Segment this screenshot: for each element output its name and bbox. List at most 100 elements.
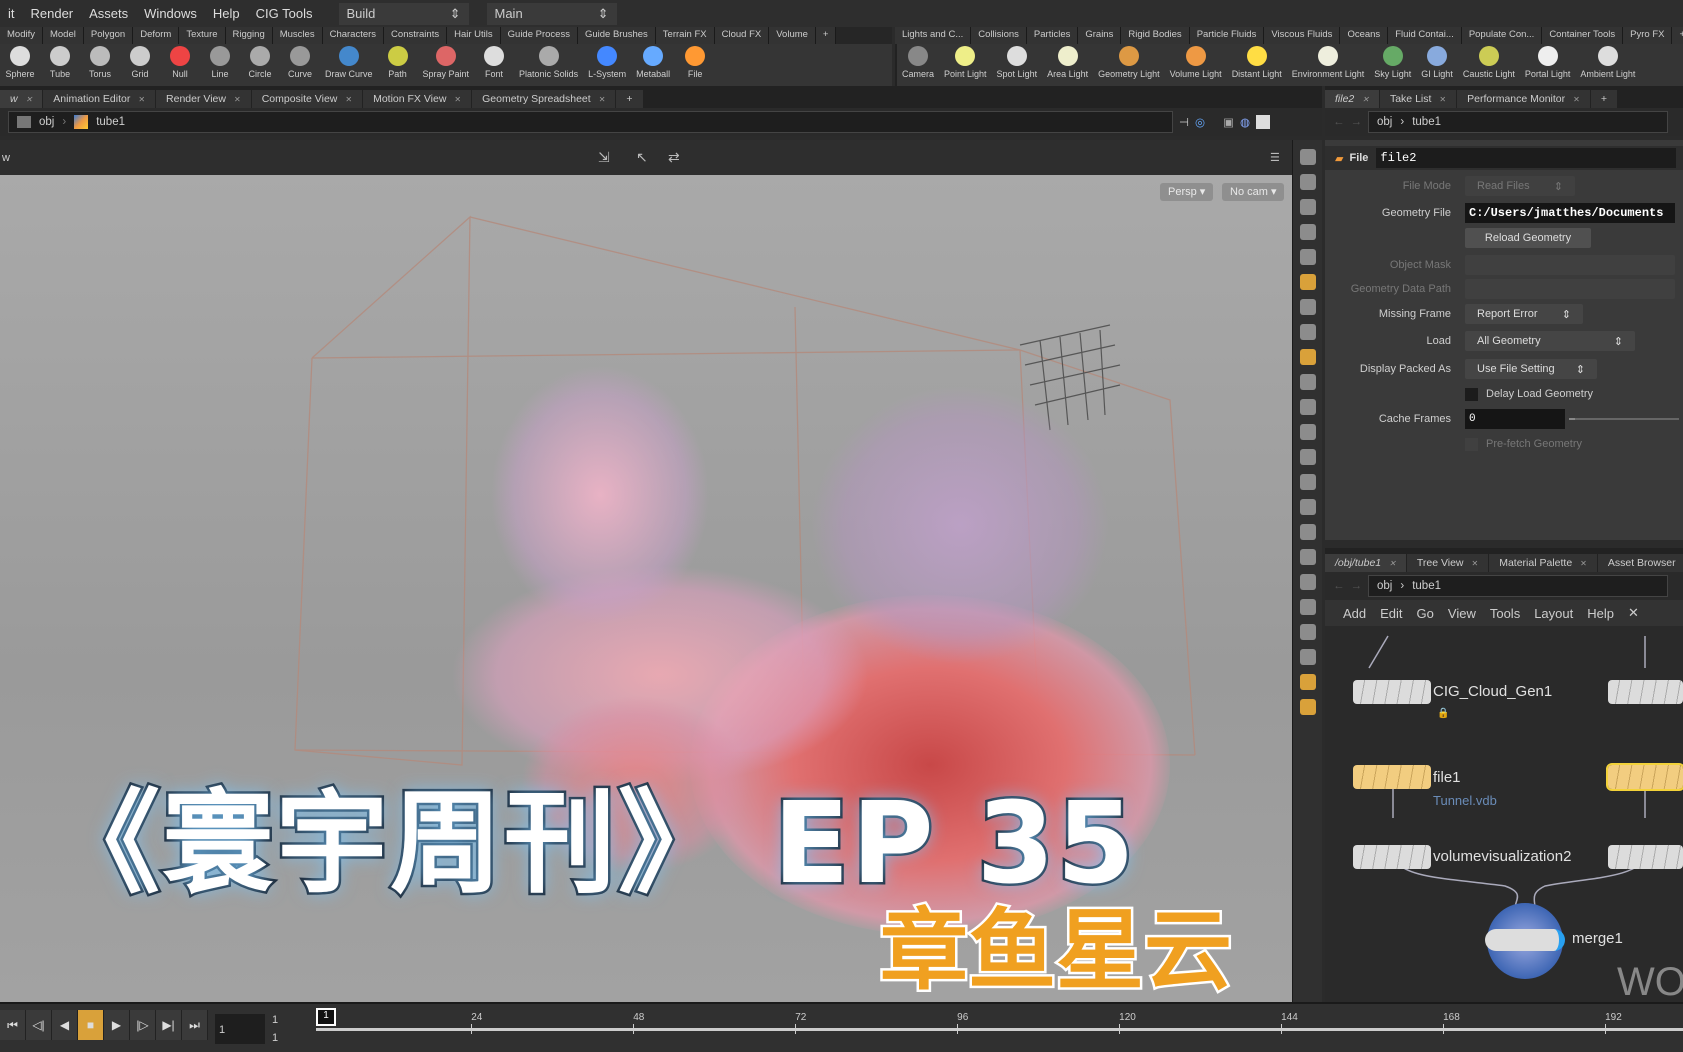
geometry-data-path-field[interactable] [1465, 279, 1675, 299]
pane-tab-1[interactable]: Take List ✕ [1379, 90, 1457, 108]
delay-load-checkbox[interactable] [1465, 387, 1478, 401]
shelf-tab-11[interactable]: Pyro FX [1623, 27, 1673, 44]
eye-icon[interactable] [1299, 149, 1316, 165]
camera-menu[interactable]: No cam ▾ [1222, 183, 1285, 201]
menu-it[interactable]: it [0, 6, 23, 21]
view-square-icon[interactable] [1256, 115, 1270, 129]
grid-icon[interactable] [1299, 574, 1316, 590]
pane-tab-2[interactable]: Performance Monitor ✕ [1457, 90, 1590, 108]
snap-icon[interactable] [1299, 174, 1316, 190]
shelf-tab-7[interactable]: Characters [322, 27, 385, 44]
bone-icon[interactable] [1299, 474, 1316, 490]
tool-point-light[interactable]: Point Light [939, 44, 992, 79]
axis-icon[interactable] [1299, 599, 1316, 615]
shelf-tab-1[interactable]: Model [42, 27, 84, 44]
close-tab-icon[interactable]: ✕ [345, 95, 352, 104]
geometry-file-field[interactable]: C:/Users/jmatthes/Documents [1465, 203, 1675, 223]
tool-gi-light[interactable]: GI Light [1416, 44, 1458, 79]
select-tool-icon[interactable]: ⇲ [598, 149, 610, 166]
add-pane-tab-icon[interactable]: + [1590, 90, 1617, 108]
shelf-tab-11[interactable]: Guide Brushes [577, 27, 656, 44]
shelf-tab-2[interactable]: Particles [1026, 27, 1079, 44]
pen-icon[interactable] [1299, 449, 1316, 465]
shelf-tab-13[interactable]: Cloud FX [714, 27, 770, 44]
pane-tab-0[interactable]: w ✕ [0, 90, 43, 108]
shelf-tab-7[interactable]: Oceans [1340, 27, 1389, 44]
tool-spot-light[interactable]: Spot Light [992, 44, 1043, 79]
tool-path[interactable]: Path [378, 44, 418, 79]
paint-icon[interactable] [1299, 499, 1316, 515]
close-tab-icon[interactable]: ✕ [26, 95, 33, 104]
tool-torus[interactable]: Torus [80, 44, 120, 79]
add-tab-icon[interactable]: + [1672, 27, 1683, 44]
close-tab-icon[interactable]: ✕ [234, 95, 241, 104]
shelf-tab-14[interactable]: Volume [769, 27, 816, 44]
pane-tab-5[interactable]: Geometry Spreadsheet ✕ [472, 90, 616, 108]
bulb3-icon[interactable] [1299, 324, 1316, 340]
pose-icon[interactable] [1299, 524, 1316, 540]
end-frame[interactable]: 1 [272, 1032, 278, 1044]
brush-icon[interactable] [1299, 424, 1316, 440]
tool-line[interactable]: Line [200, 44, 240, 79]
next-key-icon[interactable]: ▶| [156, 1010, 182, 1040]
pane-tab-1[interactable]: Animation Editor ✕ [43, 90, 156, 108]
target-icon[interactable]: ◎ [1195, 115, 1205, 129]
shelf-tab-4[interactable]: Texture [179, 27, 226, 44]
camera-icon[interactable] [1299, 349, 1316, 365]
disk-icon[interactable] [1299, 624, 1316, 640]
path-tube1[interactable]: tube1 [1412, 116, 1441, 128]
close-tab-icon[interactable]: ✕ [1573, 95, 1580, 104]
tool-volume-light[interactable]: Volume Light [1165, 44, 1227, 79]
tool-environment-light[interactable]: Environment Light [1287, 44, 1370, 79]
reload-geometry-button[interactable]: Reload Geometry [1465, 228, 1591, 248]
display-options-icon[interactable]: ▣ [1223, 115, 1234, 129]
close-tab-icon[interactable]: ✕ [138, 95, 145, 104]
tool-portal-light[interactable]: Portal Light [1520, 44, 1576, 79]
file-mode-select[interactable]: Read Files ⇕ [1465, 176, 1575, 196]
shelf-tab-1[interactable]: Collisions [971, 27, 1027, 44]
tool-platonic-solids[interactable]: Platonic Solids [514, 44, 583, 79]
sphere-icon[interactable] [1299, 249, 1316, 265]
back-icon[interactable]: ← [1333, 116, 1345, 128]
shelf-tab-6[interactable]: Muscles [272, 27, 323, 44]
menu-help[interactable]: Help [205, 6, 248, 21]
tool-draw-curve[interactable]: Draw Curve [320, 44, 378, 79]
current-frame-field[interactable]: 1 [215, 1014, 265, 1044]
light-on-icon[interactable] [1299, 699, 1316, 715]
menu-render[interactable]: Render [23, 6, 82, 21]
node-name-field[interactable]: file2 [1376, 148, 1677, 168]
menu-assets[interactable]: Assets [81, 6, 136, 21]
start-frame[interactable]: 1 [272, 1014, 278, 1026]
object-mask-field[interactable] [1465, 255, 1675, 275]
image-icon[interactable] [1299, 674, 1316, 690]
pane-tab-3[interactable]: Composite View ✕ [251, 90, 363, 108]
forward-icon[interactable]: → [1351, 116, 1363, 128]
shelf-tab-8[interactable]: Fluid Contai... [1388, 27, 1462, 44]
tool-font[interactable]: Font [474, 44, 514, 79]
missing-frame-select[interactable]: Report Error ⇕ [1465, 304, 1583, 324]
render-icon[interactable]: ◍ [1240, 115, 1250, 129]
shelf-tab-8[interactable]: Constraints [384, 27, 448, 44]
corner-icon[interactable] [1299, 549, 1316, 565]
tool-distant-light[interactable]: Distant Light [1227, 44, 1287, 79]
path-breadcrumb[interactable]: obj › tube1 [8, 111, 1173, 133]
desktop-main[interactable]: Main ⇕ [486, 2, 617, 25]
bulb2-icon[interactable] [1299, 299, 1316, 315]
menu-windows[interactable]: Windows [136, 6, 205, 21]
display-options-icon[interactable]: ☰ [1270, 151, 1280, 164]
shelf-tab-5[interactable]: Particle Fluids [1189, 27, 1265, 44]
tool-caustic-light[interactable]: Caustic Light [1458, 44, 1520, 79]
pin-icon[interactable]: ⊣ [1179, 115, 1189, 129]
node-right-1[interactable] [1608, 680, 1683, 704]
close-tab-icon[interactable]: ✕ [1362, 95, 1369, 104]
shelf-tab-9[interactable]: Populate Con... [1461, 27, 1543, 44]
tool-camera[interactable]: Camera [897, 44, 939, 79]
shelf-tab-3[interactable]: Grains [1078, 27, 1122, 44]
play-icon[interactable]: ▶ [104, 1010, 130, 1040]
tool-sphere[interactable]: Sphere [0, 44, 40, 79]
node-right-vis[interactable] [1608, 845, 1683, 869]
menu-cig-tools[interactable]: CIG Tools [248, 6, 321, 21]
display-packed-select[interactable]: Use File Setting ⇕ [1465, 359, 1597, 379]
path-obj[interactable]: obj [1377, 116, 1392, 128]
cache-frames-slider[interactable] [1569, 418, 1679, 420]
